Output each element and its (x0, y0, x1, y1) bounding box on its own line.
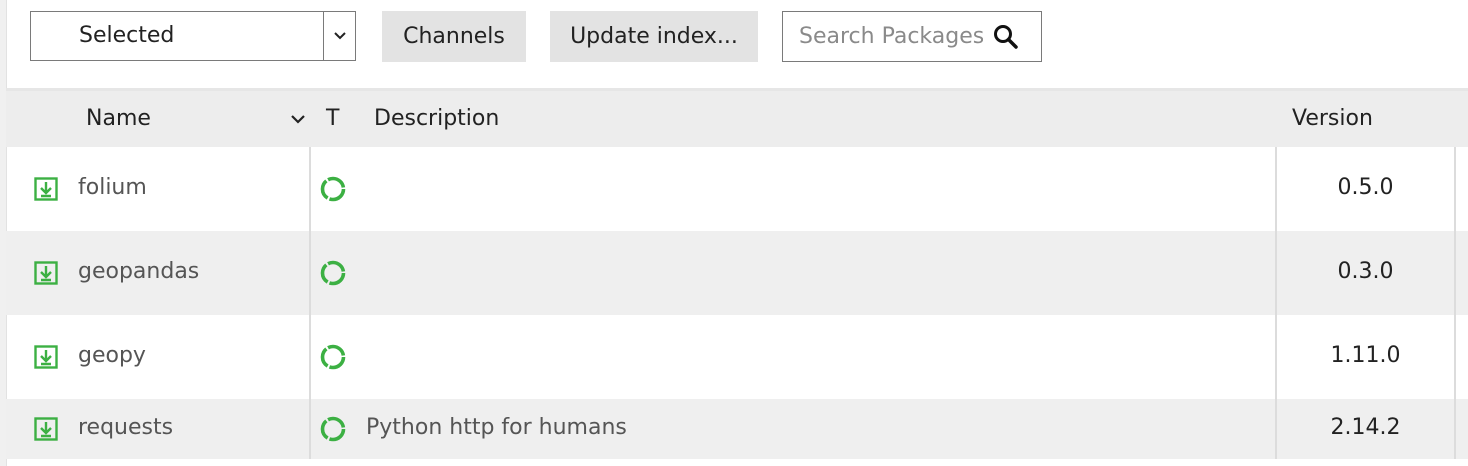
conda-ring-icon (320, 344, 346, 370)
package-name: geopandas (78, 259, 200, 284)
package-version: 2.14.2 (1330, 415, 1401, 440)
download-check-icon[interactable] (34, 345, 58, 369)
toolbar: Selected Channels Update index... (0, 0, 1468, 88)
header-type[interactable]: T (326, 91, 339, 147)
package-name: geopy (78, 343, 146, 368)
download-check-icon[interactable] (34, 261, 58, 285)
column-divider (1454, 315, 1456, 399)
package-version: 1.11.0 (1330, 343, 1401, 368)
column-divider (1454, 399, 1456, 459)
package-version: 0.5.0 (1337, 175, 1394, 200)
chevron-down-icon[interactable] (288, 109, 308, 129)
column-divider (309, 147, 311, 231)
package-name: requests (78, 415, 174, 440)
package-description: Python http for humans (366, 415, 627, 440)
column-divider (1454, 147, 1456, 231)
table-row[interactable]: folium 0.5.0 (6, 147, 1468, 231)
column-divider (1454, 231, 1456, 315)
search-box (782, 11, 1042, 62)
chevron-down-icon[interactable] (323, 12, 355, 60)
column-divider (309, 399, 311, 459)
search-input[interactable] (783, 12, 983, 61)
download-check-icon[interactable] (34, 177, 58, 201)
table-header: Name T Description Version (6, 91, 1468, 147)
header-name[interactable]: Name (86, 91, 151, 147)
filter-value: Selected (79, 23, 175, 48)
conda-ring-icon (320, 416, 346, 442)
table-row[interactable]: geopy 1.11.0 (6, 315, 1468, 399)
channels-button[interactable]: Channels (382, 11, 526, 62)
column-divider (309, 315, 311, 399)
column-divider (309, 231, 311, 315)
conda-ring-icon (320, 260, 346, 286)
table-row[interactable]: geopandas 0.3.0 (6, 231, 1468, 315)
header-description[interactable]: Description (374, 91, 499, 147)
header-version[interactable]: Version (1292, 91, 1373, 147)
update-index-button[interactable]: Update index... (550, 11, 758, 62)
package-name: folium (78, 175, 147, 200)
download-check-icon[interactable] (34, 417, 58, 441)
conda-ring-icon (320, 176, 346, 202)
search-icon[interactable] (993, 24, 1019, 50)
table-row[interactable]: requests Python http for humans 2.14.2 (6, 399, 1468, 459)
package-version: 0.3.0 (1337, 259, 1394, 284)
package-filter-select[interactable]: Selected (30, 11, 356, 61)
